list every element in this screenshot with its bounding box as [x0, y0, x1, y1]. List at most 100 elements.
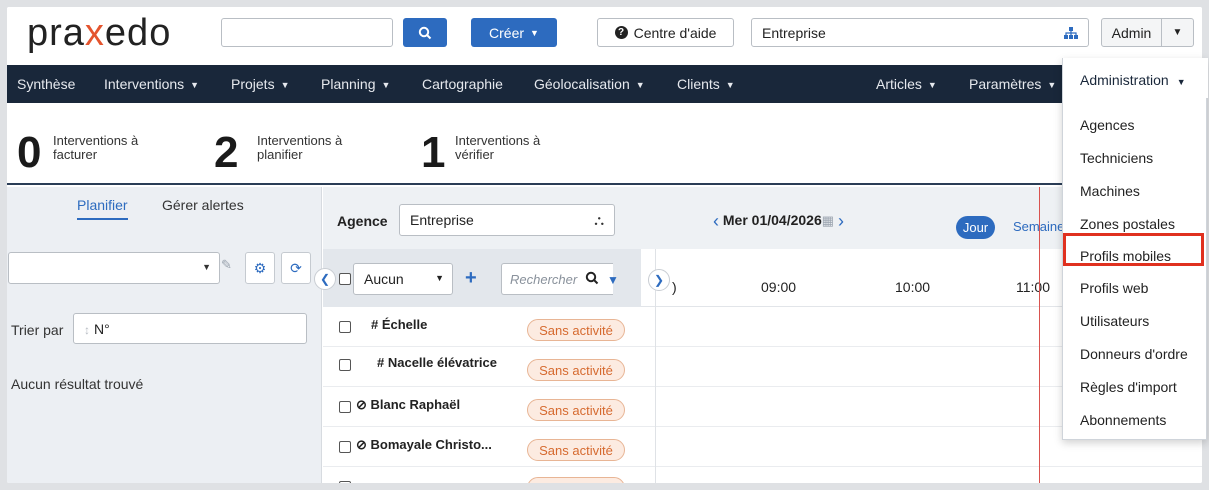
help-center-button[interactable]: ? Centre d'aide [597, 18, 734, 47]
table-row[interactable]: ⊘ Bomayale Christo... Sans activité [323, 427, 641, 467]
admin-caret-button[interactable]: ▼ [1161, 18, 1194, 47]
counter-planifier-value[interactable]: 2 [214, 131, 238, 175]
status-badge: Sans activité [527, 319, 625, 341]
tab-planifier[interactable]: Planifier [77, 197, 128, 220]
chevron-down-icon: ▼ [635, 80, 645, 90]
resource-name-text: Blanc Raphaël [370, 397, 461, 412]
status-badge-partial [527, 477, 625, 483]
counter-line: Interventions à [455, 133, 541, 148]
entreprise-selector[interactable]: Entreprise [751, 18, 1089, 47]
row-checkbox[interactable] [339, 321, 351, 333]
timeline-label: 09:00 [761, 279, 797, 295]
menu-item-utilisateurs[interactable]: Utilisateurs [1080, 313, 1149, 329]
nav-item-articles[interactable]: Articles ▼ [876, 65, 937, 103]
nav-item-clients[interactable]: Clients ▼ [677, 65, 735, 103]
status-badge: Sans activité [527, 359, 625, 381]
nav-item-cartographie[interactable]: Cartographie [422, 65, 503, 103]
row-checkbox[interactable] [339, 481, 351, 483]
administration-menu-title[interactable]: Administration ▼ [1063, 58, 1208, 98]
admin-button[interactable]: Admin [1101, 18, 1162, 47]
nav-label: Paramètres [969, 76, 1042, 92]
menu-item-techniciens[interactable]: Techniciens [1080, 150, 1153, 166]
top-header: praxedo Créer ▼ ? Centre d'aide Entreprise… [7, 7, 1202, 65]
counter-line: Interventions à [53, 133, 139, 148]
nav-label: Articles [876, 76, 922, 92]
counter-planifier-label[interactable]: Interventions à planifier [257, 134, 342, 162]
nav-label: Planning [321, 76, 376, 92]
nav-item-planning[interactable]: Planning ▼ [321, 65, 390, 103]
calendar-icon[interactable]: ▦ [822, 213, 834, 228]
chevron-down-icon: ▼ [435, 273, 444, 283]
create-button[interactable]: Créer ▼ [471, 18, 557, 47]
menu-item-abonnements[interactable]: Abonnements [1080, 412, 1166, 428]
add-icon[interactable]: + [465, 267, 477, 290]
chevron-down-icon: ▼ [381, 80, 391, 90]
question-icon: ? [614, 26, 628, 39]
prev-day-icon[interactable]: ‹ [713, 211, 719, 231]
menu-item-donneurs-ordre[interactable]: Donneurs d'ordre [1080, 346, 1188, 362]
table-row[interactable]: # Échelle Sans activité [323, 307, 641, 347]
nav-label: Synthèse [17, 76, 76, 92]
main-nav: Synthèse Interventions ▼ Projets ▼ Plannin… [7, 65, 1202, 103]
expand-timeline-button[interactable]: ❯ [648, 269, 670, 291]
nav-item-geolocalisation[interactable]: Géolocalisation ▼ [534, 65, 645, 103]
menu-item-profils-web[interactable]: Profils web [1080, 280, 1148, 296]
settings-button[interactable]: ⚙ [245, 252, 275, 284]
agence-value: Entreprise [410, 212, 474, 228]
filter-select[interactable]: ▼ [8, 252, 220, 284]
chevron-down-icon: ▼ [530, 27, 539, 38]
chevron-down-icon: ▼ [280, 80, 290, 90]
chevron-down-icon: ▼ [725, 80, 735, 90]
resource-name-text: Bomayale Christo... [370, 437, 492, 452]
nav-item-synthese[interactable]: Synthèse [17, 65, 75, 103]
menu-item-agences[interactable]: Agences [1080, 117, 1134, 133]
next-day-icon[interactable]: › [838, 211, 844, 231]
nav-item-projets[interactable]: Projets ▼ [231, 65, 290, 103]
global-search-input[interactable] [221, 18, 393, 47]
tab-gerer-alertes[interactable]: Gérer alertes [162, 197, 244, 213]
row-checkbox[interactable] [339, 359, 351, 371]
search-icon[interactable] [585, 271, 599, 288]
intervention-counters: 0 Interventions à facturer 2 Intervention… [7, 103, 1202, 185]
chevron-down-icon: ▼ [1176, 77, 1186, 87]
nav-label: Projets [231, 76, 275, 92]
counter-facturer-value[interactable]: 0 [17, 131, 41, 175]
praxedo-logo[interactable]: praxedo [27, 12, 171, 55]
refresh-button[interactable]: ⟳ [281, 252, 311, 284]
chevron-right-icon: ❯ [653, 273, 665, 287]
logo-part: edo [104, 12, 172, 54]
view-jour-button[interactable]: Jour [956, 216, 995, 239]
sort-select[interactable]: ↕ N° [73, 313, 307, 344]
counter-verifier-label[interactable]: Interventions à vérifier [455, 134, 540, 162]
sort-icon: ↕ [84, 323, 90, 337]
counter-facturer-label[interactable]: Interventions à facturer [53, 134, 138, 162]
table-row[interactable]: # Nacelle élévatrice Sans activité [323, 347, 641, 387]
counter-verifier-value[interactable]: 1 [421, 131, 445, 175]
chevron-left-icon: ❮ [319, 272, 331, 286]
table-row-partial[interactable] [323, 467, 641, 483]
row-checkbox[interactable] [339, 401, 351, 413]
resource-name: ⊘ Blanc Raphaël [356, 397, 460, 413]
unavailable-icon: ⊘ [356, 397, 371, 412]
nav-item-parametres[interactable]: Paramètres ▼ [969, 65, 1056, 103]
create-label: Créer [489, 24, 525, 41]
menu-item-zones-postales[interactable]: Zones postales [1080, 216, 1175, 232]
pencil-icon[interactable]: ✎ [221, 257, 232, 273]
agence-selector[interactable]: Entreprise ⛬ [399, 204, 615, 236]
current-date[interactable]: Mer 01/04/2026 [723, 212, 822, 228]
filter-icon[interactable]: ▼ [607, 273, 619, 287]
org-chart-icon [1064, 27, 1078, 39]
global-search-button[interactable] [403, 18, 447, 47]
selection-select[interactable]: Aucun ▼ [353, 263, 453, 295]
select-all-checkbox[interactable] [339, 273, 351, 285]
table-row[interactable]: ⊘ Blanc Raphaël Sans activité [323, 387, 641, 427]
collapse-left-button[interactable]: ❮ [314, 268, 336, 290]
refresh-icon: ⟳ [290, 259, 302, 276]
administration-label: Administration [1080, 72, 1169, 88]
row-checkbox[interactable] [339, 441, 351, 453]
menu-item-regles-import[interactable]: Règles d'import [1080, 379, 1177, 395]
entreprise-label: Entreprise [762, 25, 826, 41]
nav-item-interventions[interactable]: Interventions ▼ [104, 65, 199, 103]
resource-name: # Échelle [371, 317, 428, 332]
menu-item-machines[interactable]: Machines [1080, 183, 1140, 199]
